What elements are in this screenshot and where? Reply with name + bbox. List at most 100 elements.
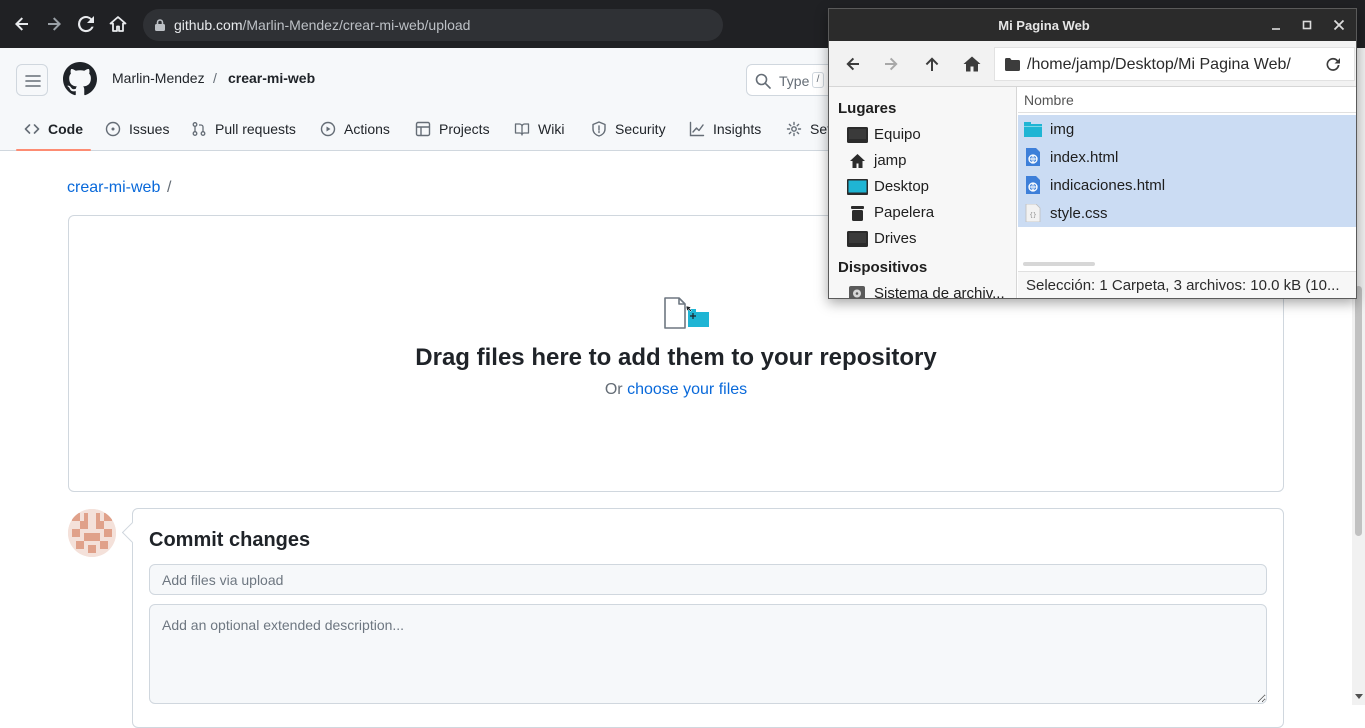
tab-settings[interactable]: Set [786,108,831,150]
drive-icon [847,231,868,247]
menu-icon [25,75,41,87]
file-manager-sidebar: Lugares Equipo jamp Desktop Papelera Dri… [829,87,1017,298]
sidebar-section-devices: Dispositivos [838,259,928,276]
code-icon [24,124,40,134]
home-icon[interactable] [108,14,128,34]
search-shortcut-key: / [812,72,824,88]
graph-icon [689,121,705,137]
sidebar-item-filesystem[interactable]: Sistema de archiv... [829,281,1016,298]
tab-projects[interactable]: Projects [415,108,490,150]
file-name: index.html [1050,149,1119,166]
reload-icon[interactable] [1325,57,1341,73]
trash-icon [847,205,868,221]
github-logo-icon[interactable] [63,62,97,96]
computer-icon [847,127,868,143]
hamburger-menu-button[interactable] [16,64,48,96]
list-item[interactable]: indicaciones.html [1018,171,1356,199]
minimize-icon[interactable] [1267,16,1285,34]
tab-security[interactable]: Security [591,108,666,150]
book-icon [514,123,530,136]
file-manager-titlebar[interactable]: Mi Pagina Web [829,9,1356,41]
maximize-icon[interactable] [1298,16,1316,34]
commit-description-textarea[interactable] [149,604,1267,704]
desktop-icon [847,179,868,195]
file-manager-title: Mi Pagina Web [998,18,1090,33]
sidebar-item-desktop[interactable]: Desktop [829,174,1016,200]
scrollbar-thumb[interactable] [1355,286,1362,536]
breadcrumb-owner[interactable]: Marlin-Mendez [112,70,205,86]
search-icon [755,73,771,89]
column-header-label: Nombre [1024,92,1074,108]
lock-icon [153,18,167,32]
folder-icon [1024,120,1042,138]
url-text: github.com/Marlin-Mendez/crear-mi-web/up… [174,17,471,33]
tab-issues[interactable]: Issues [105,108,169,150]
tab-label: Issues [129,121,170,137]
tab-label: Actions [344,121,390,137]
sidebar-item-papelera[interactable]: Papelera [829,200,1016,226]
file-name: img [1050,121,1075,138]
status-text: Selección: 1 Carpeta, 3 archivos: 10.0 k… [1026,277,1340,294]
svg-text:{}: {} [1029,212,1036,219]
sidebar-item-label: Drives [874,230,917,247]
sidebar-item-drives[interactable]: Drives [829,226,1016,252]
pull-request-icon [192,122,206,136]
tab-label: Security [615,121,666,137]
path-separator: / [167,179,172,196]
tab-label: Code [48,121,83,137]
html-file-icon [1024,176,1042,194]
dropzone-or-text: Or [604,381,623,398]
commit-message-input[interactable] [149,564,1267,595]
tab-pull-requests[interactable]: Pull requests [191,108,296,150]
file-manager-toolbar: /home/jamp/Desktop/Mi Pagina Web/ [829,41,1356,87]
reload-icon[interactable] [76,14,96,34]
file-name: style.css [1050,205,1108,222]
scroll-down-icon[interactable] [1355,694,1363,699]
dropzone-subtitle: Or choose your files [69,381,1283,399]
tab-code[interactable]: Code [16,108,91,151]
path-repo-link[interactable]: crear-mi-web [67,179,160,197]
css-file-icon: {} [1024,204,1042,222]
home-icon [847,153,868,169]
status-bar: Selección: 1 Carpeta, 3 archivos: 10.0 k… [1018,271,1356,298]
table-icon [415,121,431,137]
breadcrumb-repo[interactable]: crear-mi-web [228,70,315,86]
close-icon[interactable] [1330,16,1348,34]
sidebar-item-jamp[interactable]: jamp [829,148,1016,174]
folder-icon [1005,58,1020,71]
commit-title: Commit changes [149,529,311,551]
tab-wiki[interactable]: Wiki [514,108,564,150]
sidebar-item-label: Sistema de archiv... [874,285,1005,298]
forward-icon[interactable] [881,54,901,74]
list-item[interactable]: img [1018,115,1356,143]
disk-icon [847,286,868,298]
home-icon[interactable] [962,54,982,74]
sidebar-item-label: Papelera [874,204,935,221]
avatar[interactable] [68,509,116,557]
shield-icon [592,121,606,137]
location-bar[interactable]: /home/jamp/Desktop/Mi Pagina Web/ [994,47,1355,81]
parent-folder-icon[interactable] [922,54,942,74]
sidebar-item-equipo[interactable]: Equipo [829,122,1016,148]
sidebar-section-places: Lugares [838,100,897,117]
address-bar[interactable]: github.com/Marlin-Mendez/crear-mi-web/up… [143,9,723,41]
column-header-name[interactable]: Nombre [1018,87,1356,113]
tab-insights[interactable]: Insights [689,108,761,150]
play-icon [320,121,336,137]
choose-files-link[interactable]: choose your files [627,381,747,398]
sidebar-item-label: Desktop [874,178,930,195]
html-file-icon [1024,148,1042,166]
tab-actions[interactable]: Actions [320,108,390,150]
location-path: /home/jamp/Desktop/Mi Pagina Web/ [1027,56,1291,73]
list-item[interactable]: {} style.css [1018,199,1356,227]
horizontal-scrollbar[interactable] [1023,262,1095,266]
back-icon[interactable] [12,14,32,34]
sidebar-item-label: jamp [874,152,907,169]
issue-icon [105,121,121,137]
list-item[interactable]: index.html [1018,143,1356,171]
sidebar-item-label: Equipo [874,126,921,143]
breadcrumb-separator: / [213,70,217,86]
dropzone-title: Drag files here to add them to your repo… [415,344,937,371]
back-icon[interactable] [843,54,863,74]
forward-icon[interactable] [44,14,64,34]
